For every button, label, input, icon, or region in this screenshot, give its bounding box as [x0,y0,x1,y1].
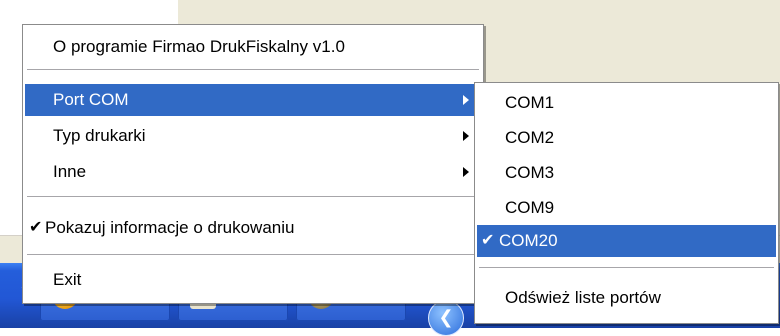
menu-separator [27,196,479,198]
menu-item-exit[interactable]: Exit [25,264,481,296]
submenu-item-com1[interactable]: COM1 [477,87,776,119]
submenu-item-com3[interactable]: COM3 [477,157,776,189]
menu-item-port-com[interactable]: Port COM [25,84,481,116]
submenu-item-com2[interactable]: COM2 [477,122,776,154]
submenu-arrow-icon [463,131,469,141]
checkmark-icon: ✔ [29,219,43,236]
menu-item-show-print-info[interactable]: ✔ Pokazuj informacje o drukowaniu [25,212,481,244]
menu-item-other[interactable]: Inne [25,156,481,188]
menu-separator [27,254,479,256]
submenu-item-com20[interactable]: ✔ COM20 [477,225,776,257]
submenu-item-refresh-ports[interactable]: Odśwież liste portów [477,282,776,314]
checkmark-icon: ✔ [481,232,495,249]
menu-item-about[interactable]: O programie Firmao DrukFiskalny v1.0 [25,31,481,63]
menu-separator [27,69,479,71]
menu-separator [479,267,774,269]
submenu-arrow-icon [463,95,469,105]
submenu-arrow-icon [463,167,469,177]
menu-item-printer-type[interactable]: Typ drukarki [25,120,481,152]
context-menu: O programie Firmao DrukFiskalny v1.0 Por… [22,24,484,304]
port-submenu: COM1 COM2 COM3 COM9 ✔ COM20 Odśwież list… [474,82,779,324]
tray-arrow-icon[interactable]: ❮ [428,300,464,336]
submenu-item-com9[interactable]: COM9 [477,192,776,224]
